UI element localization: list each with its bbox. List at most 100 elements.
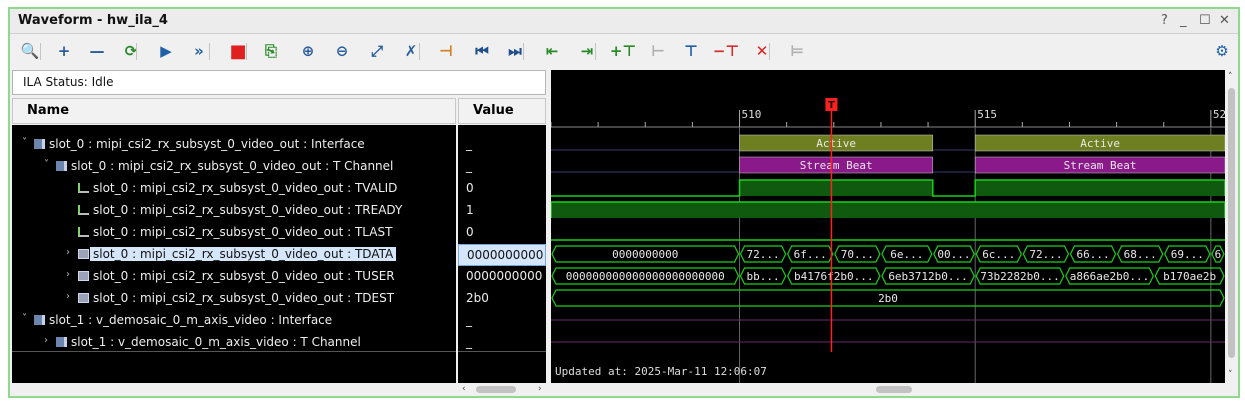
signal-row[interactable]: slot_0 : mipi_csi2_rx_subsyst_0_video_ou… [12,178,456,200]
signal-name: slot_1 : v_demosaic_0_m_axis_video : T C… [71,335,361,349]
signal-value-row[interactable]: _ [458,134,546,156]
expand-chevron-icon[interactable]: › [66,247,70,258]
zoom-fit-icon[interactable]: ⤢ [366,40,388,62]
run-trigger-immediate-icon[interactable]: ⟳ [120,40,142,62]
signal-value: _ [466,137,472,151]
bit-high-fill [739,180,933,196]
bit-high-fill [975,180,1225,196]
delete-marker-icon[interactable]: −⊤ [713,40,739,62]
expand-chevron-icon[interactable]: › [44,335,48,346]
zoom-out-icon[interactable]: ⊖ [331,40,353,62]
scroll-right-icon[interactable]: › [538,384,542,394]
state-label: Stream Beat [1064,159,1137,172]
state-label: Stream Beat [800,159,873,172]
state-label: Active [816,137,856,150]
value-column-header[interactable]: Value [458,98,546,124]
help-icon[interactable]: ? [1161,13,1168,28]
toolbar-separator [40,43,41,60]
name-column-header[interactable]: Name [12,98,456,124]
ruler-label: 515 [977,108,997,121]
signal-row[interactable]: slot_0 : mipi_csi2_rx_subsyst_0_video_ou… [12,200,456,222]
scroll-up-icon[interactable]: ˄ [1228,72,1233,82]
signal-value-row[interactable]: _ [458,156,546,178]
signal-row[interactable]: › slot_0 : mipi_csi2_rx_subsyst_0_video_o… [12,266,456,288]
settings-icon[interactable]: ⚙ [1211,40,1233,62]
toolbar-separator [595,43,596,60]
bit-high-fill [551,202,1225,218]
signal-name: slot_0 : mipi_csi2_rx_subsyst_0_video_ou… [93,225,393,239]
waveform-canvas[interactable]: 510 515 52 Active Active Stream Beat Stream Be… [551,70,1225,383]
run-trigger-icon[interactable]: ▶ [155,40,177,62]
go-to-start-icon[interactable]: ⏮ [471,40,493,62]
waveform-vscrollbar[interactable]: ˄ ˅ [1225,70,1238,383]
collapse-chevron-icon[interactable]: ˅ [22,313,27,324]
interface-icon [56,337,67,347]
swap-cursors-icon[interactable]: ⊨ [786,40,808,62]
signal-name: slot_0 : mipi_csi2_rx_subsyst_0_video_ou… [93,269,395,283]
signal-value: 0 [466,225,474,239]
signal-value-list: _ _ 0 1 0 0000000000 0000000000 2b0 _ _ [458,125,546,383]
maximize-icon[interactable]: ☐ [1199,13,1211,28]
signal-value: 0000000000 [467,248,544,262]
prev-transition-icon[interactable]: ⇤ [541,40,563,62]
signal-value-row[interactable]: 0 [458,178,546,200]
signal-row[interactable]: slot_0 : mipi_csi2_rx_subsyst_0_video_ou… [12,222,456,244]
waveform-hscrollbar[interactable] [551,383,1225,396]
value-scrollbar[interactable]: ‹ › [458,383,546,396]
next-marker-icon[interactable]: ⊤ [680,40,702,62]
expand-chevron-icon[interactable]: › [66,269,70,280]
goto-cursor-icon[interactable]: ⊣ [435,40,457,62]
signal-row[interactable]: › slot_0 : mipi_csi2_rx_subsyst_0_video_o… [12,244,456,266]
remove-icon[interactable]: — [86,40,108,62]
scroll-down-icon[interactable]: ˅ [1228,370,1233,380]
signal-name: slot_0 : mipi_csi2_rx_subsyst_0_video_ou… [71,159,394,173]
prev-marker-icon[interactable]: ⊢ [647,40,669,62]
interface-icon [34,315,45,325]
value-scrollbar-thumb[interactable] [476,386,516,393]
zoom-search-icon[interactable]: 🔍 [19,40,41,62]
signal-value: _ [466,159,472,173]
zoom-in-icon[interactable]: ⊕ [297,40,319,62]
toolbar: ⚙ 🔍 + — ⟳ ▶» ■ ⎘ ⊕ ⊖ ⤢ ✗ ⊣ ⏮ ⏭ ⇤ ⇥ +⊤ ⊢ ⊤ −⊤ ✕ ⊨ [10,35,1238,67]
signal-value-row[interactable]: _ [458,310,546,332]
signal-value-row[interactable]: 2b0 [458,288,546,310]
add-marker-icon[interactable]: +⊤ [610,40,636,62]
add-icon[interactable]: + [53,40,75,62]
interface-icon [34,139,45,149]
bus-value: 2b0 [878,292,898,305]
signal-value: 2b0 [466,291,489,305]
signal-value-row[interactable]: 0000000000 [458,266,546,288]
signal-row[interactable]: ˅ slot_0 : mipi_csi2_rx_subsyst_0_video_o… [12,156,456,178]
signal-value-row[interactable]: 0 [458,222,546,244]
close-icon[interactable]: ✕ [1219,13,1230,28]
list-end-divider [458,351,546,352]
bus-value: b170ae2b [1163,270,1216,283]
export-icon[interactable]: ⎘ [260,40,282,62]
signal-name: slot_0 : mipi_csi2_rx_subsyst_0_video_ou… [90,247,397,261]
bus-value: 70... [841,248,874,261]
signal-row[interactable]: ˅ slot_1 : v_demosaic_0_m_axis_video : In… [12,310,456,332]
toolbar-separator [769,43,770,60]
collapse-chevron-icon[interactable]: ˅ [44,159,49,170]
bus-value: 69... [1171,248,1204,261]
signal-row[interactable]: ˅ slot_0 : mipi_csi2_rx_subsyst_0_video_o… [12,134,456,156]
ila-status: ILA Status: Idle [12,70,546,95]
bus-value: 000000000000000000000000 [566,270,725,283]
signal-name-list: ˅ slot_0 : mipi_csi2_rx_subsyst_0_video_o… [12,125,456,383]
waveform-hscrollbar-thumb[interactable] [876,386,912,393]
bus-value: 72... [747,248,780,261]
signal-value-row[interactable]: 0000000000 [458,244,546,266]
updated-timestamp: Updated at: 2025-Mar-11 12:06:07 [555,365,767,378]
signal-name: slot_1 : v_demosaic_0_m_axis_video : Int… [49,313,333,327]
collapse-chevron-icon[interactable]: ˅ [22,137,27,148]
minimize-icon[interactable]: _ [1180,13,1187,28]
bus-value: 00... [937,248,970,261]
scroll-left-icon[interactable]: ‹ [462,384,466,394]
waveform-vscrollbar-thumb[interactable] [1228,88,1235,358]
signal-row[interactable]: › slot_0 : mipi_csi2_rx_subsyst_0_video_o… [12,288,456,310]
bus-value: 6eb3712b0... [888,270,967,283]
auto-retrigger-icon[interactable]: » [188,40,210,62]
signal-value-row[interactable]: 1 [458,200,546,222]
expand-chevron-icon[interactable]: › [66,291,70,302]
waveform-svg: 510 515 52 Active Active Stream Beat Stream Be… [551,98,1225,383]
